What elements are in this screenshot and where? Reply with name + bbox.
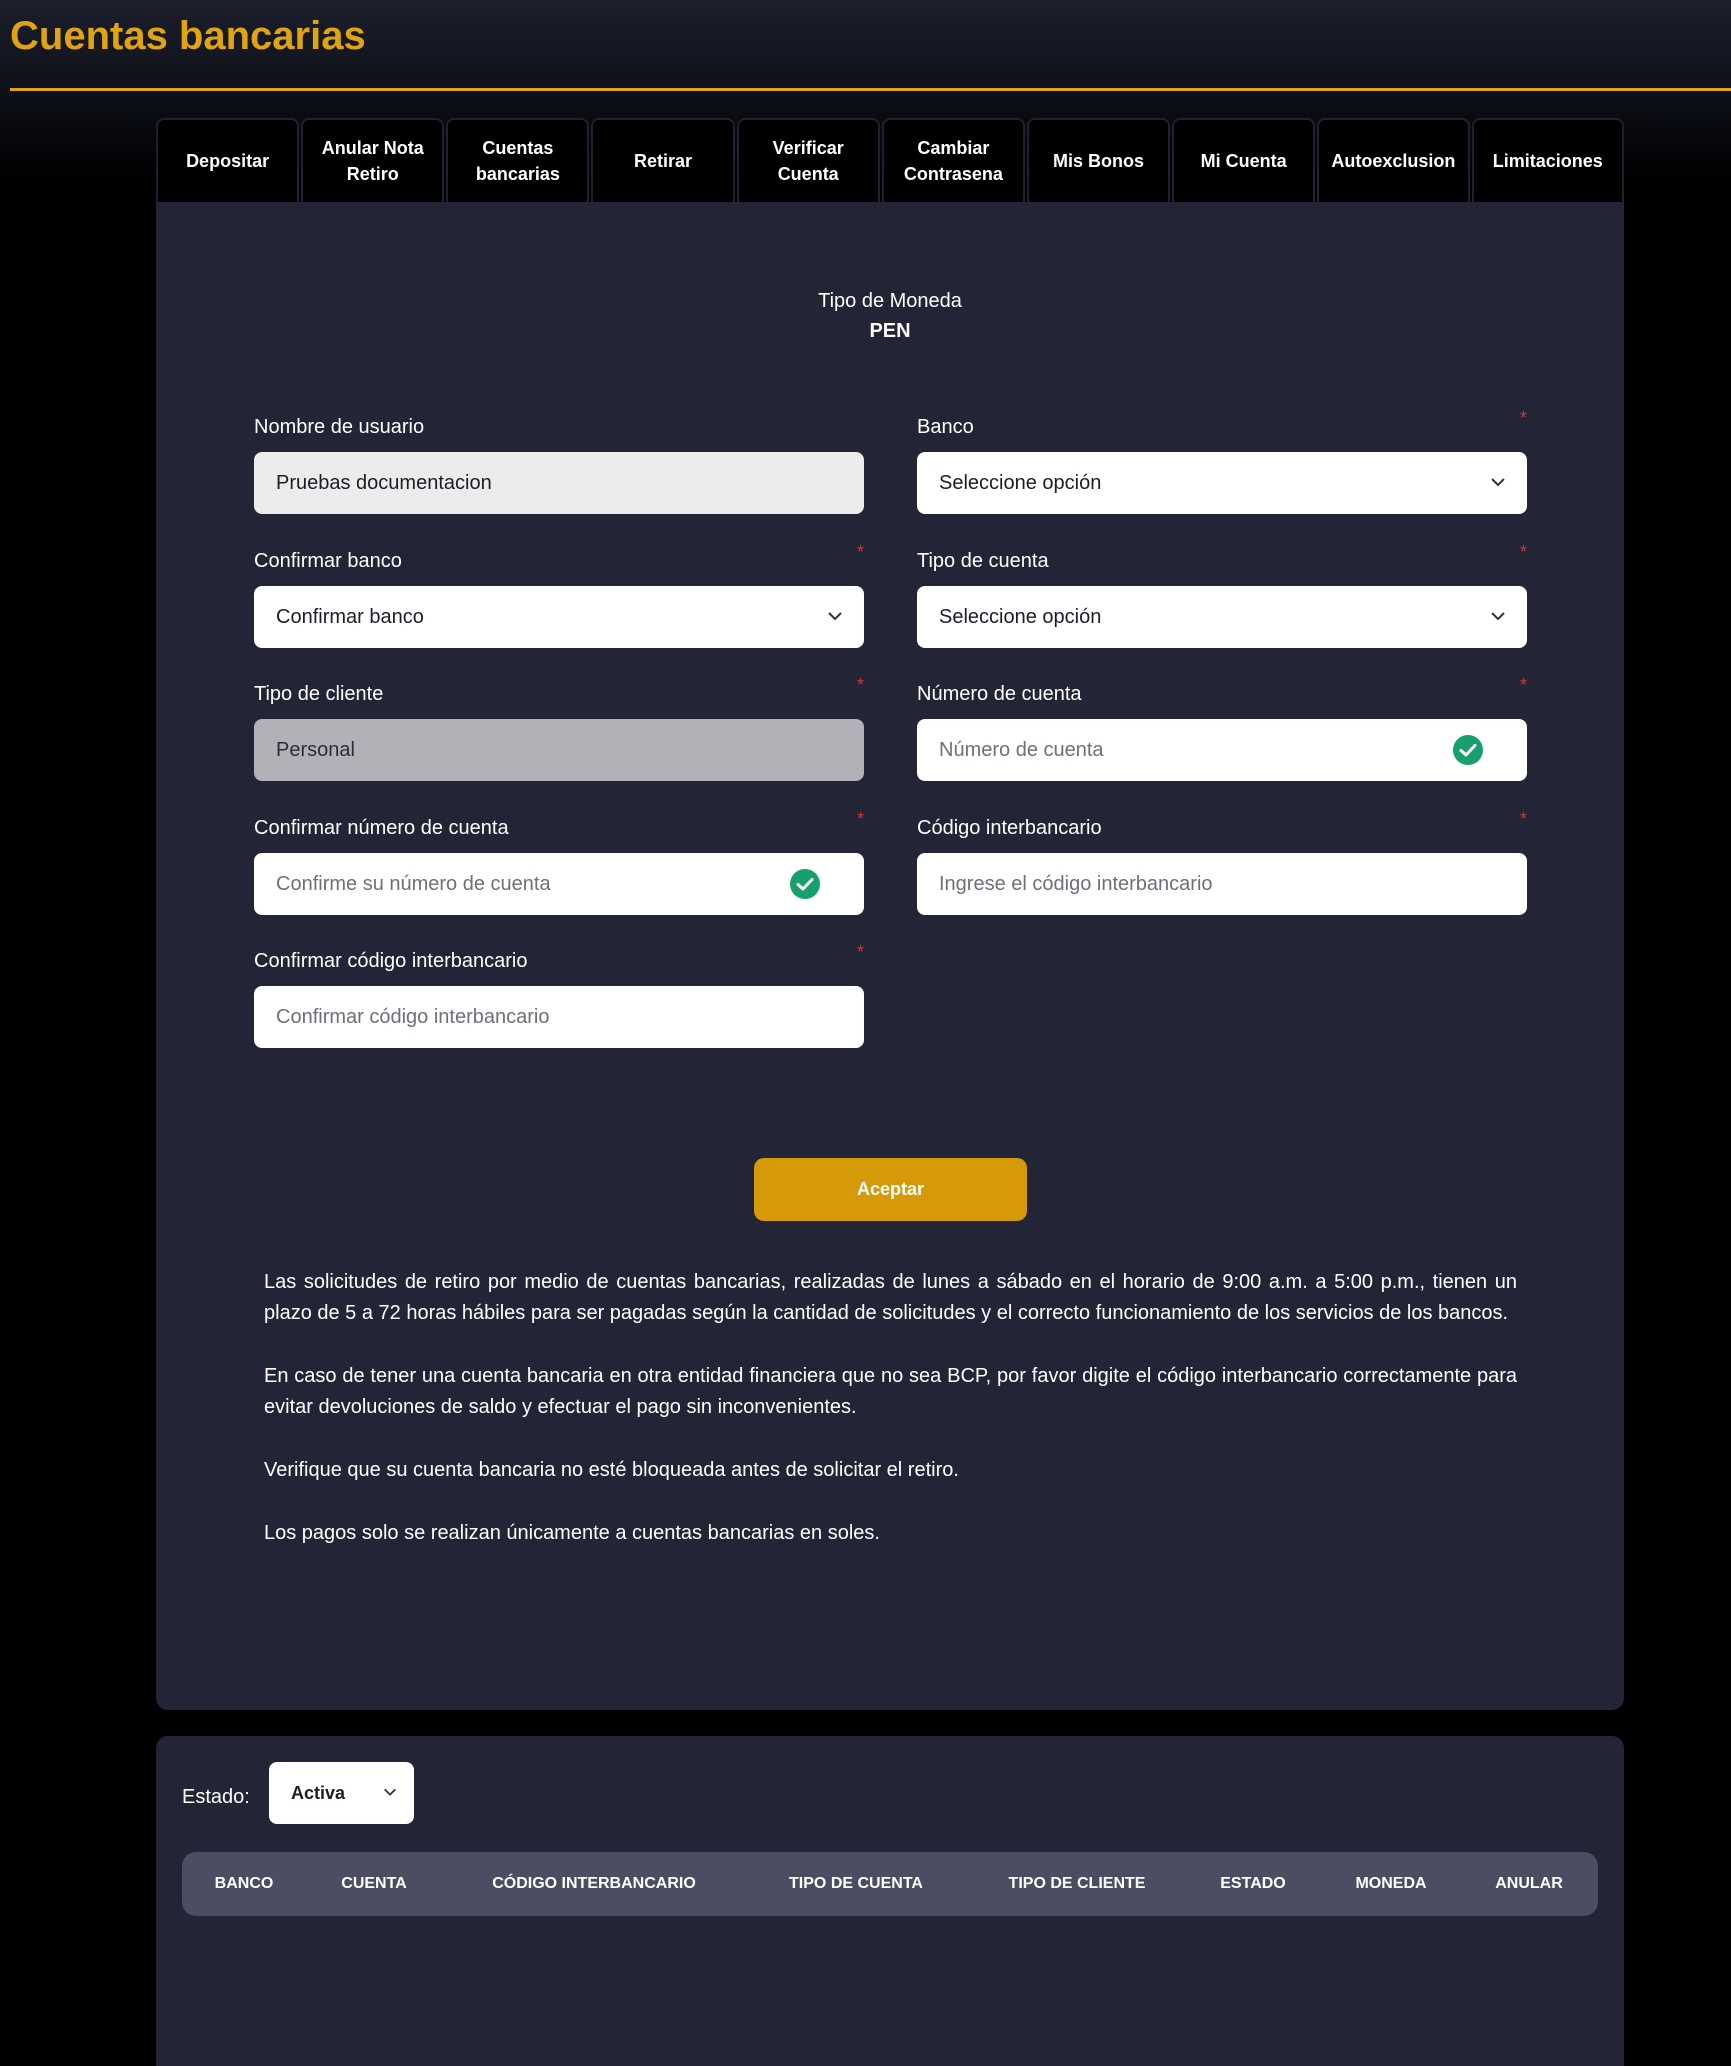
account-number-label: Número de cuenta <box>917 683 1082 705</box>
confirm-interbank-code-label: Confirmar código interbancario <box>254 950 528 972</box>
username-value: Pruebas documentacion <box>276 471 492 494</box>
confirm-account-number-input[interactable]: Confirme su número de cuenta <box>254 853 864 915</box>
interbank-code-input[interactable]: Ingrese el código interbancario <box>917 853 1527 915</box>
confirm-bank-field-group: Confirmar banco * Confirmar banco <box>254 542 864 648</box>
confirm-account-number-label: Confirmar número de cuenta <box>254 817 509 839</box>
accept-button[interactable]: Aceptar <box>754 1158 1027 1221</box>
bank-account-form-panel: Tipo de Moneda PEN Nombre de usuario Pru… <box>156 202 1624 1710</box>
column-header-banco: BANCO <box>214 1875 274 1892</box>
interbank-code-placeholder: Ingrese el código interbancario <box>939 872 1213 895</box>
tab-mis-bonos[interactable]: Mis Bonos <box>1026 118 1171 202</box>
status-filter-label: Estado: <box>182 1786 250 1808</box>
username-field-group: Nombre de usuario Pruebas documentacion <box>254 415 864 514</box>
confirm-account-number-field-group: Confirmar número de cuenta * Confirme su… <box>254 809 864 915</box>
interbank-code-label: Código interbancario <box>917 817 1102 839</box>
confirm-account-number-placeholder: Confirme su número de cuenta <box>276 872 551 895</box>
required-marker: * <box>856 809 864 829</box>
status-filter-select[interactable]: Activa <box>269 1762 414 1824</box>
check-circle-icon <box>790 869 820 899</box>
info-paragraph: Los pagos solo se realizan únicamente a … <box>264 1522 880 1544</box>
info-paragraph: Verifique que su cuenta bancaria no esté… <box>264 1459 959 1481</box>
confirm-bank-select-value: Confirmar banco <box>276 605 424 628</box>
confirm-interbank-code-field-group: Confirmar código interbancario * Confirm… <box>254 942 864 1048</box>
tab-cuentas-bancarias[interactable]: Cuentas bancarias <box>446 118 590 202</box>
bank-accounts-list-panel: Estado: Activa BANCO CUENTA CÓDIGO INTER… <box>156 1736 1624 2066</box>
tab-autoexclusion[interactable]: Autoexclusion <box>1317 118 1470 202</box>
bank-select-value: Seleccione opción <box>939 471 1102 494</box>
page-title: Cuentas bancarias <box>10 14 366 58</box>
info-paragraph: En caso de tener una cuenta bancaria en … <box>264 1365 1517 1418</box>
tab-retirar[interactable]: Retirar <box>591 118 735 202</box>
tab-bar: Depositar Anular Nota Retiro Cuentas ban… <box>156 118 1624 202</box>
withdrawal-info: Las solicitudes de retiro por medio de c… <box>264 1267 1517 1581</box>
account-type-select-value: Seleccione opción <box>939 605 1102 628</box>
tab-mi-cuenta[interactable]: Mi Cuenta <box>1172 118 1316 202</box>
account-type-select[interactable]: Seleccione opción <box>917 586 1527 648</box>
tab-limitaciones[interactable]: Limitaciones <box>1471 118 1624 202</box>
bank-select[interactable]: Seleccione opción <box>917 452 1527 514</box>
required-marker: * <box>856 542 864 562</box>
required-marker: * <box>1519 809 1527 829</box>
tab-verificar-cuenta[interactable]: Verificar Cuenta <box>736 118 880 202</box>
account-type-label: Tipo de cuenta <box>917 550 1049 572</box>
status-filter-value: Activa <box>291 1782 346 1803</box>
info-paragraph: Las solicitudes de retiro por medio de c… <box>264 1271 1517 1324</box>
accounts-table-header: BANCO CUENTA CÓDIGO INTERBANCARIO TIPO D… <box>182 1852 1598 1916</box>
column-header-moneda: MONEDA <box>1355 1875 1427 1892</box>
username-input[interactable]: Pruebas documentacion <box>254 452 864 514</box>
account-number-field-group: Número de cuenta * Número de cuenta <box>917 675 1527 781</box>
column-header-tipo-de-cuenta: TIPO DE CUENTA <box>789 1875 923 1892</box>
confirm-interbank-code-input[interactable]: Confirmar código interbancario <box>254 986 864 1048</box>
chevron-down-icon <box>828 612 842 621</box>
currency-type-value: PEN <box>869 320 911 342</box>
account-number-input[interactable]: Número de cuenta <box>917 719 1527 781</box>
account-number-placeholder: Número de cuenta <box>939 738 1104 761</box>
confirm-interbank-code-placeholder: Confirmar código interbancario <box>276 1005 550 1028</box>
client-type-label: Tipo de cliente <box>254 683 384 705</box>
tab-anular-nota-retiro[interactable]: Anular Nota Retiro <box>301 118 445 202</box>
required-marker: * <box>856 942 864 962</box>
tab-cambiar-contrasena[interactable]: Cambiar Contrasena <box>881 118 1025 202</box>
required-marker: * <box>1519 675 1527 695</box>
tab-depositar[interactable]: Depositar <box>156 118 300 202</box>
chevron-down-icon <box>384 1788 396 1796</box>
column-header-estado: ESTADO <box>1220 1875 1286 1892</box>
title-divider <box>10 88 1731 91</box>
client-type-field-group: Tipo de cliente * Personal <box>254 675 864 781</box>
confirm-bank-label: Confirmar banco <box>254 550 402 572</box>
column-header-anular: ANULAR <box>1495 1875 1563 1892</box>
interbank-code-field-group: Código interbancario * Ingrese el código… <box>917 809 1527 915</box>
account-type-field-group: Tipo de cuenta * Seleccione opción <box>917 542 1527 648</box>
column-header-cuenta: CUENTA <box>341 1875 407 1892</box>
check-circle-icon <box>1453 735 1483 765</box>
client-type-value: Personal <box>276 738 355 761</box>
confirm-bank-select[interactable]: Confirmar banco <box>254 586 864 648</box>
username-label: Nombre de usuario <box>254 416 425 438</box>
column-header-codigo-interbancario: CÓDIGO INTERBANCARIO <box>492 1875 696 1892</box>
column-header-tipo-de-cliente: TIPO DE CLIENTE <box>1008 1875 1146 1892</box>
bank-field-group: Banco * Seleccione opción <box>917 408 1527 514</box>
chevron-down-icon <box>1491 478 1505 487</box>
required-marker: * <box>856 675 864 695</box>
bank-label: Banco <box>917 416 974 438</box>
required-marker: * <box>1519 408 1527 428</box>
required-marker: * <box>1519 542 1527 562</box>
chevron-down-icon <box>1491 612 1505 621</box>
client-type-input[interactable]: Personal <box>254 719 864 781</box>
currency-type-label: Tipo de Moneda <box>818 290 962 312</box>
